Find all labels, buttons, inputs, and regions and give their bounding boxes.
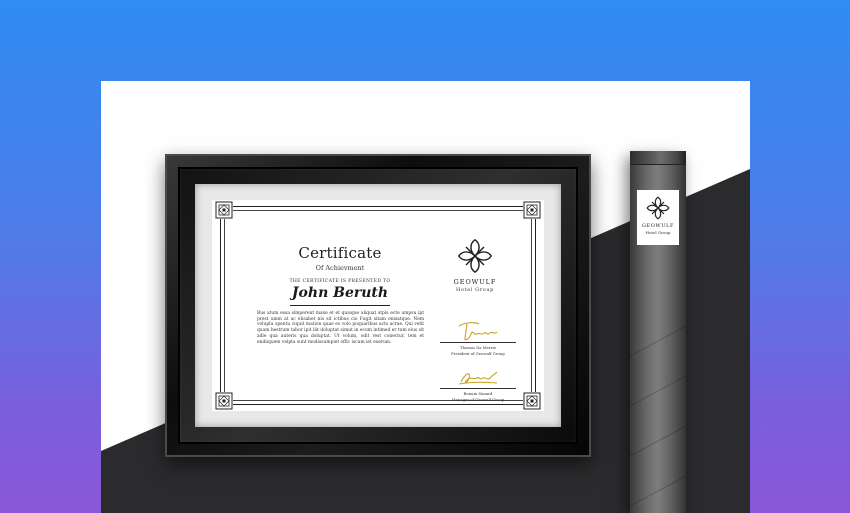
certificate-body-text: Bus atum essa simperent maxe et et quisq… [257, 311, 424, 345]
signatory-name: Bonum Simard [463, 390, 493, 396]
certificate-subtitle: Of Achievment [315, 264, 365, 272]
certificate-paper: Certificate Of Achievment THE CERTIFICAT… [212, 200, 544, 411]
signature-line [440, 388, 516, 389]
signatory-role: Manager of Geowulf Group [451, 397, 505, 402]
corner-ornament-icon [523, 201, 541, 219]
signature-1 [458, 322, 498, 341]
flower-logo-icon [457, 238, 493, 274]
company-name: GEOWULF [453, 278, 497, 286]
signature-2 [458, 371, 498, 385]
tube-cap [630, 151, 686, 165]
company-subtitle: Hotel Group [456, 287, 494, 293]
tube-label: GEOWULF Hotel Group [637, 190, 679, 245]
signatory-role: President of Geowulf Group [451, 351, 505, 356]
signature-line [440, 342, 516, 343]
picture-frame: Certificate Of Achievment THE CERTIFICAT… [165, 154, 591, 457]
signature-block-2: Bonum Simard Manager of Geowulf Group [440, 368, 516, 402]
corner-ornament-icon [215, 392, 233, 410]
signatory-name: Thomas Da Merrie [459, 344, 497, 350]
frame-mat: Certificate Of Achievment THE CERTIFICAT… [195, 184, 561, 427]
company-logo: GEOWULF Hotel Group [440, 238, 510, 308]
presented-to-label: THE CERTIFICATE IS PRESENTED TO [289, 279, 391, 284]
tube-label-subtitle: Hotel Group [645, 229, 671, 235]
signature-block-1: Thomas Da Merrie President of Geowulf Gr… [440, 320, 516, 356]
tube-texture [630, 326, 686, 507]
recipient-underline [290, 305, 390, 306]
certificate-title: Certificate [298, 244, 382, 262]
mockup-scene: Certificate Of Achievment THE CERTIFICAT… [101, 81, 750, 513]
recipient-name: John Beruth [291, 285, 389, 301]
corner-ornament-icon [215, 201, 233, 219]
flower-logo-icon [646, 196, 670, 220]
tube-label-name: GEOWULF [641, 223, 675, 229]
corner-ornament-icon [523, 392, 541, 410]
document-tube: GEOWULF Hotel Group [630, 151, 686, 513]
